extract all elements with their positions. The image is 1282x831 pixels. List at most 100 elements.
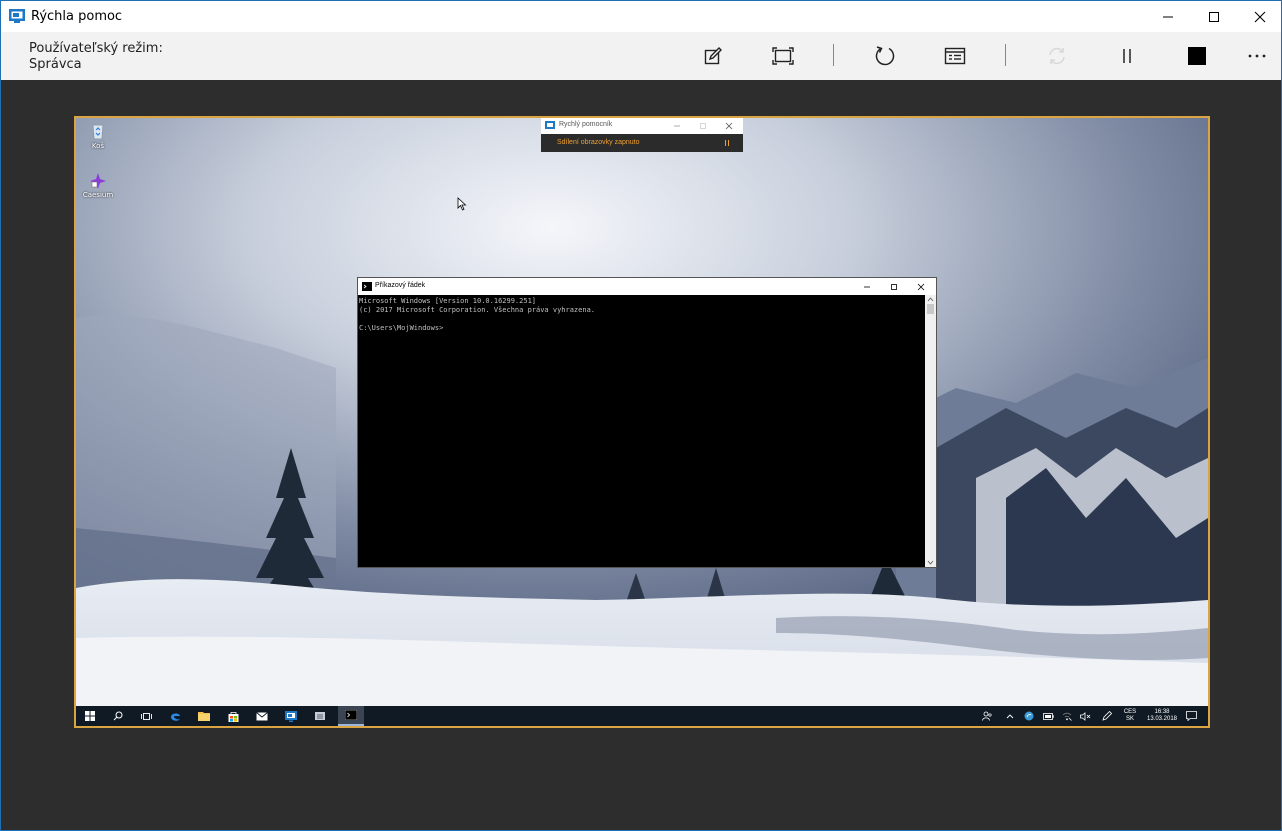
cmd-app-icon [362,282,372,291]
notification-icon [1185,711,1197,721]
volume-button[interactable] [1078,709,1092,723]
input-language-indicator[interactable]: CES SK [1119,709,1141,723]
taskbar-edge[interactable] [168,709,182,723]
more-icon [1248,54,1266,58]
cmd-line: Microsoft Windows [Version 10.0.16299.25… [359,297,537,305]
edge-browser-icon [170,712,180,721]
annotate-icon [704,47,722,65]
taskbar-command-prompt[interactable] [338,706,364,726]
network-button[interactable] [1060,709,1074,723]
title-bar: Rýchla pomoc [1,1,1281,32]
cmd-prompt-line: C:\Users\MojWindows> [359,324,444,332]
quick-assist-app-icon [9,8,25,24]
start-button[interactable] [83,709,97,723]
minimize-icon[interactable] [673,122,681,130]
taskbar-store[interactable] [226,709,240,723]
remote-screen[interactable]: Koš Caesium Rychlý pomocník Sdílení obra… [74,116,1210,728]
search-icon [113,711,123,721]
close-button[interactable] [1237,1,1282,32]
close-icon[interactable] [725,122,733,130]
command-prompt-window[interactable]: Příkazový řádek Microsoft Windows [Versi… [357,277,937,568]
annotate-button[interactable] [697,40,729,72]
toolbar: Používateľský režim: Správca [1,32,1281,80]
close-icon[interactable] [917,283,925,291]
task-view-button[interactable] [139,709,153,723]
command-prompt-output[interactable]: Microsoft Windows [Version 10.0.16299.25… [358,295,925,567]
cmd-line: (c) 2017 Microsoft Corporation. Všechna … [359,306,596,314]
toolbar-separator [1005,44,1006,66]
taskbar-file-explorer[interactable] [197,709,211,723]
taskbar-quick-assist[interactable] [284,709,298,723]
screen-sharing-status-bar: Sdílení obrazovky zapnuto [541,134,743,152]
scroll-thumb[interactable] [927,304,934,314]
volume-muted-icon [1079,711,1090,721]
tray-app-button[interactable] [1022,709,1036,723]
user-mode-caption: Používateľský režim: [29,41,163,56]
command-prompt-title: Příkazový řádek [375,282,426,289]
clock-date: 13.03.2018 [1146,716,1178,722]
minimize-icon[interactable] [863,283,871,291]
desktop-icon-label: Koš [91,142,105,150]
taskbar-clock[interactable]: 16:38 13.03.2018 [1142,709,1182,723]
mouse-cursor-icon [457,197,467,211]
task-manager-button[interactable] [939,40,971,72]
remote-quick-assist-title-bar: Rychlý pomocník [541,118,743,134]
show-hidden-icons-button[interactable] [1003,709,1017,723]
task-view-icon [140,712,152,720]
battery-button[interactable] [1041,709,1055,723]
reconnect-button[interactable] [1041,40,1073,72]
stop-icon [1188,47,1206,65]
remote-quick-assist-window: Rychlý pomocník Sdílení obrazovky zapnut… [541,118,743,152]
maximize-button[interactable] [1191,1,1237,32]
taskbar-mail[interactable] [255,709,269,723]
restart-button[interactable] [869,40,901,72]
task-manager-icon [944,47,966,65]
fit-screen-button[interactable] [767,40,799,72]
pause-icon[interactable] [724,139,730,147]
pen-workspace-button[interactable] [1100,709,1114,723]
clock-time: 16:38 [1154,709,1170,715]
maximize-icon [1209,11,1219,22]
window-title: Rýchla pomoc [31,9,123,24]
cmd-app-icon [345,710,357,720]
recycle-bin-icon [92,124,104,140]
command-prompt-title-bar: Příkazový řádek [358,278,936,295]
desktop-icon-recycle-bin[interactable]: Koš [78,122,118,150]
more-button[interactable] [1241,40,1273,72]
screen-sharing-status: Sdílení obrazovky zapnuto [557,139,640,146]
stop-button[interactable] [1181,40,1213,72]
taskbar-search-button[interactable] [111,709,125,723]
restart-icon [875,46,895,66]
fit-screen-icon [772,47,794,65]
folder-icon [198,712,210,721]
store-bag-icon [228,711,238,722]
desktop-icon-caesium[interactable]: Caesium [78,173,118,199]
minimize-icon [1163,16,1173,17]
scroll-down-icon[interactable] [927,560,934,566]
pen-icon [1102,711,1112,721]
quick-assist-app-icon [545,121,555,129]
action-center-button[interactable] [1184,709,1198,723]
close-icon [1254,11,1266,22]
tray-app-icon [1024,711,1034,721]
minimize-button[interactable] [1145,1,1191,32]
quick-assist-window: Rýchla pomoc Používateľský režim: Správc… [0,0,1282,831]
taskbar-caesium[interactable] [313,709,327,723]
people-button[interactable] [980,709,994,723]
toolbar-separator [833,44,834,66]
input-language-bottom: SK [1125,716,1134,722]
quick-assist-app-icon [285,710,297,722]
wifi-off-icon [1062,712,1072,721]
user-mode-label: Používateľský režim: Správca [29,41,163,73]
mail-envelope-icon [256,711,268,720]
chevron-up-icon [1006,714,1014,719]
input-language-top: CES [1123,709,1137,715]
maximize-icon[interactable] [890,283,898,291]
scroll-up-icon[interactable] [927,296,934,302]
image-app-icon [315,711,325,720]
people-icon [982,711,992,721]
pause-button[interactable] [1111,40,1143,72]
command-prompt-scrollbar[interactable] [925,295,936,567]
battery-icon [1042,712,1054,720]
maximize-icon[interactable] [699,122,707,130]
